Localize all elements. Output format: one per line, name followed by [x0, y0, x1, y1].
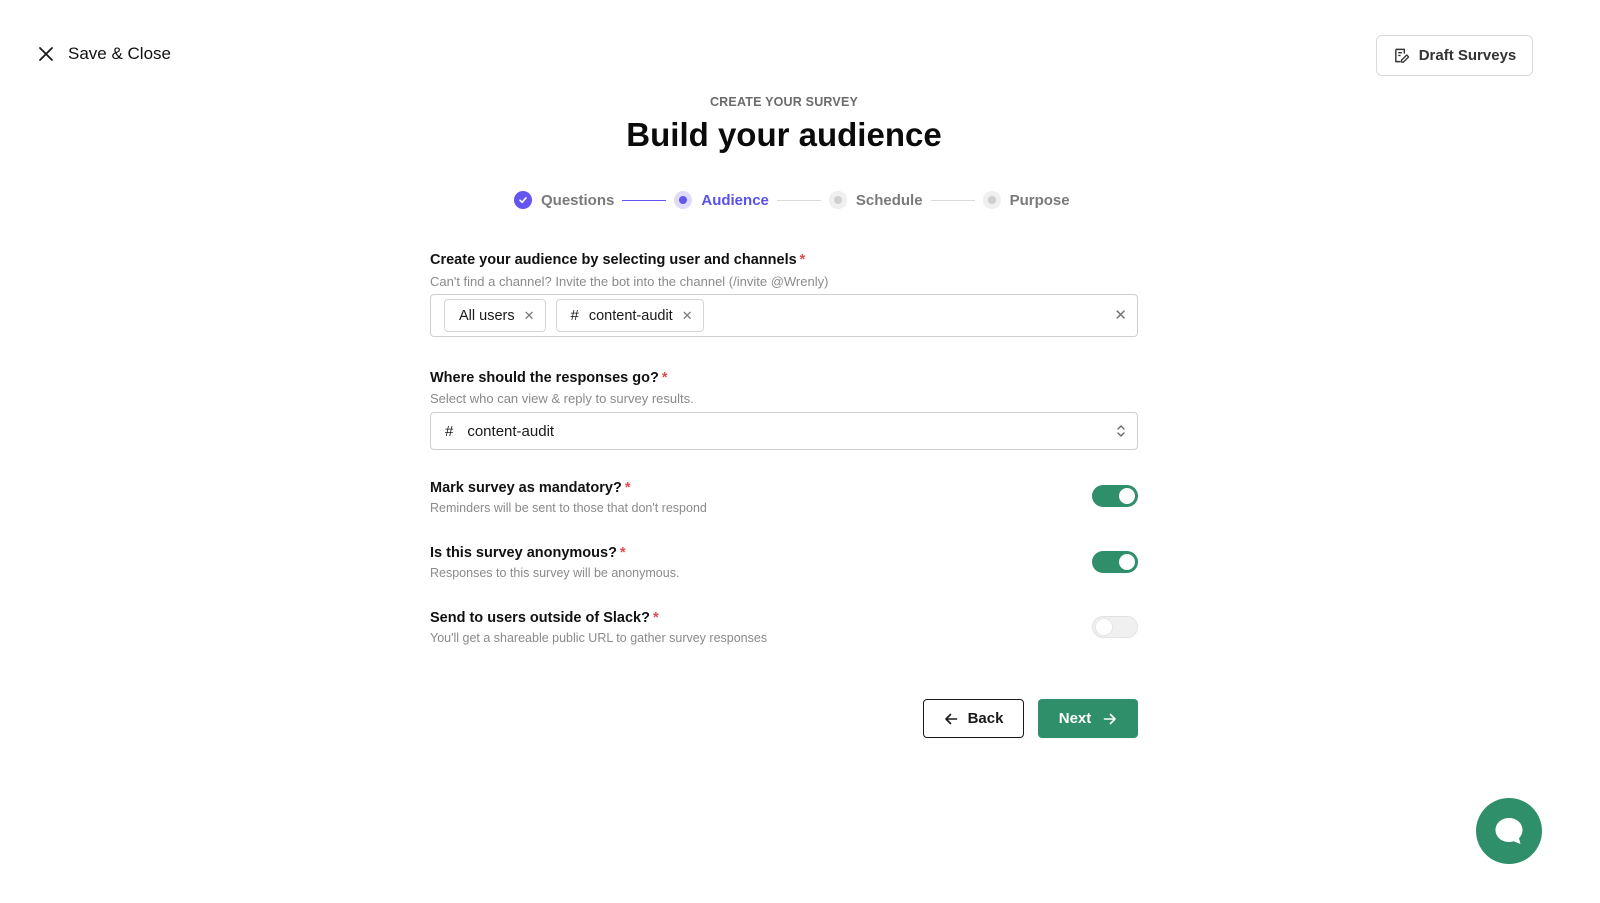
page-eyebrow: CREATE YOUR SURVEY	[709, 95, 859, 109]
outside-slack-label-text: Send to users outside of Slack?	[430, 610, 650, 626]
required-marker: *	[619, 545, 626, 561]
mandatory-label: Mark survey as mandatory? *	[430, 480, 630, 496]
outside-slack-toggle[interactable]	[1092, 616, 1138, 638]
arrow-right-icon	[1103, 713, 1117, 724]
step-purpose[interactable]: Purpose	[982, 191, 1070, 209]
audience-label-text: Create your audience by selecting user a…	[430, 252, 797, 268]
draft-surveys-button[interactable]: Draft Surveys	[1376, 35, 1533, 76]
mandatory-hint: Reminders will be sent to those that don…	[430, 501, 707, 515]
toggle-knob	[1119, 488, 1135, 504]
step-audience[interactable]: Audience	[674, 191, 769, 209]
chip-label: content-audit	[588, 307, 673, 324]
required-marker: *	[652, 610, 659, 626]
required-marker: *	[799, 252, 806, 268]
responses-label: Where should the responses go? *	[430, 370, 667, 386]
step-connector	[776, 199, 821, 201]
toggle-knob	[1096, 619, 1112, 635]
arrow-left-icon	[944, 713, 957, 724]
step-idle-dot-icon	[982, 191, 1001, 209]
audience-multiselect[interactable]: All users ✕ # content-audit ✕ ✕	[430, 294, 1138, 337]
mandatory-toggle[interactable]	[1092, 485, 1138, 507]
remove-chip-icon[interactable]: ✕	[682, 308, 693, 324]
save-close-label: Save & Close	[68, 44, 171, 63]
responses-channel-select[interactable]: # content-audit	[430, 412, 1138, 450]
progress-stepper: Questions Audience Schedule Purpose	[514, 189, 1070, 211]
step-connector	[930, 199, 975, 201]
chat-launcher-button[interactable]	[1476, 798, 1542, 864]
step-questions[interactable]: Questions	[514, 191, 614, 209]
hash-icon: #	[570, 307, 579, 324]
step-active-dot-icon	[674, 191, 693, 209]
audience-label: Create your audience by selecting user a…	[430, 252, 805, 268]
anonymous-hint: Responses to this survey will be anonymo…	[430, 566, 680, 580]
selected-channel-value: content-audit	[467, 422, 555, 440]
step-idle-dot-icon	[828, 191, 847, 209]
audience-chip-content-audit: # content-audit ✕	[555, 299, 704, 332]
outside-slack-label: Send to users outside of Slack? *	[430, 610, 659, 626]
save-close-button[interactable]: Save & Close	[36, 44, 171, 64]
anonymous-label-text: Is this survey anonymous?	[430, 545, 617, 561]
back-label: Back	[967, 710, 1004, 727]
hash-icon: #	[445, 422, 454, 440]
page-title: Build your audience	[626, 116, 942, 153]
draft-surveys-label: Draft Surveys	[1418, 47, 1517, 64]
responses-hint: Select who can view & reply to survey re…	[430, 391, 694, 406]
audience-hint: Can't find a channel? Invite the bot int…	[430, 274, 829, 289]
chevron-up-down-icon	[1117, 425, 1125, 437]
mandatory-label-text: Mark survey as mandatory?	[430, 480, 622, 496]
next-label: Next	[1058, 710, 1092, 727]
step-label: Questions	[541, 191, 615, 209]
chat-bubble-icon	[1495, 818, 1523, 844]
remove-chip-icon[interactable]: ✕	[524, 308, 535, 324]
responses-label-text: Where should the responses go?	[430, 370, 659, 386]
chip-label: All users	[459, 307, 515, 324]
step-label: Audience	[701, 191, 769, 209]
anonymous-toggle[interactable]	[1092, 551, 1138, 573]
step-connector	[622, 199, 667, 201]
required-marker: *	[661, 370, 668, 386]
step-schedule[interactable]: Schedule	[828, 191, 923, 209]
toggle-knob	[1119, 554, 1135, 570]
step-label: Schedule	[855, 191, 923, 209]
edit-document-icon	[1394, 48, 1409, 63]
clear-all-icon[interactable]: ✕	[1114, 306, 1127, 324]
outside-slack-hint: You'll get a shareable public URL to gat…	[430, 631, 768, 645]
next-button[interactable]: Next	[1038, 699, 1138, 738]
required-marker: *	[624, 480, 631, 496]
back-button[interactable]: Back	[923, 699, 1024, 738]
audience-chip-all-users: All users ✕	[444, 299, 546, 332]
anonymous-label: Is this survey anonymous? *	[430, 545, 626, 561]
step-label: Purpose	[1009, 191, 1070, 209]
close-icon	[39, 47, 53, 61]
check-icon	[514, 191, 532, 209]
